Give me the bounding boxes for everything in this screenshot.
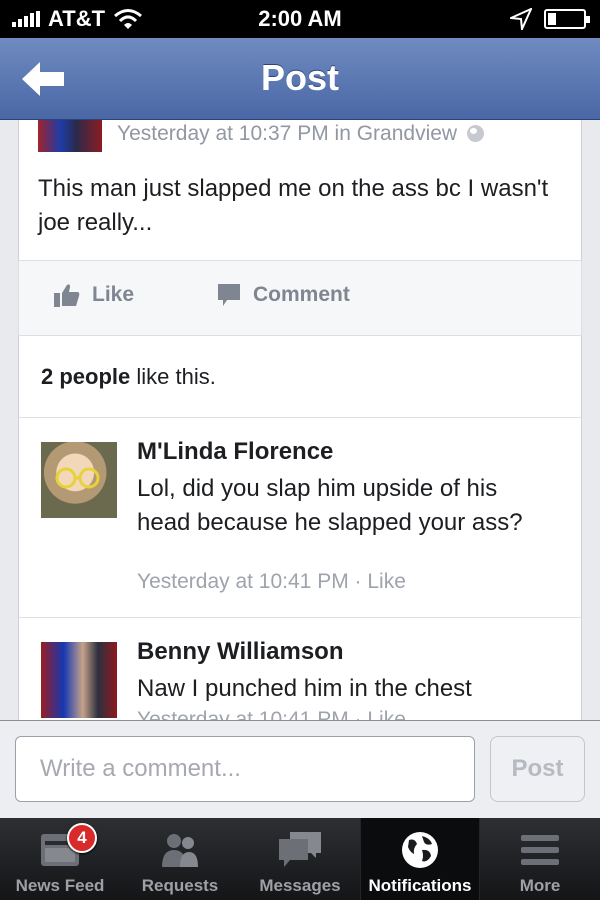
- like-label: Like: [92, 283, 135, 306]
- status-bar: AT&T 2:00 AM: [0, 0, 600, 38]
- commenter-avatar[interactable]: [41, 442, 117, 518]
- comment-button[interactable]: Comment: [217, 283, 350, 307]
- thumbs-up-icon: [54, 284, 80, 307]
- tab-label: Notifications: [368, 876, 472, 895]
- navigation-bar: Post: [0, 38, 600, 120]
- tab-requests[interactable]: Requests: [120, 818, 240, 900]
- post-text: This man just slapped me on the ass bc I…: [38, 175, 549, 236]
- tab-more[interactable]: More: [480, 818, 600, 900]
- post-comment-button[interactable]: Post: [490, 736, 585, 802]
- commenter-name[interactable]: M'Linda Florence: [137, 438, 333, 466]
- avatar-photo: [55, 467, 100, 489]
- tab-bar: 4 News Feed Requests Messages Notificati…: [0, 818, 600, 900]
- tab-notifications[interactable]: Notifications: [360, 818, 480, 900]
- comment-input[interactable]: [15, 736, 475, 802]
- comment-compose-bar: Post: [0, 720, 600, 818]
- notification-count-badge: 4: [67, 823, 97, 853]
- commenter-name[interactable]: Benny Williamson: [137, 638, 343, 666]
- comment-bubble-icon: [218, 284, 240, 306]
- tab-label: News Feed: [15, 876, 105, 895]
- post-actions: Like Comment: [18, 260, 582, 336]
- tab-label: Messages: [259, 876, 341, 895]
- comment-text: Lol, did you slap him upside of his head…: [137, 475, 523, 536]
- page-title: Post: [260, 57, 339, 98]
- likes-summary[interactable]: 2 people like this.: [18, 336, 582, 418]
- post-body: This man just slapped me on the ass bc I…: [18, 160, 582, 260]
- likes-text: 2 people like this.: [41, 364, 216, 390]
- tab-news-feed[interactable]: 4 News Feed: [0, 818, 120, 900]
- globe-icon: [402, 832, 438, 868]
- comment-item: Benny Williamson Naw I punched him in th…: [18, 618, 582, 720]
- likes-suffix: like this.: [130, 364, 216, 389]
- requests-icon: [162, 834, 198, 867]
- post-content-area[interactable]: Yesterday at 10:37 PM in Grandview This …: [0, 120, 600, 720]
- location-arrow-icon: [510, 8, 532, 30]
- tab-messages[interactable]: Messages: [240, 818, 360, 900]
- battery-icon: [544, 9, 590, 29]
- comment-text: Naw I punched him in the chest: [137, 675, 472, 702]
- tab-label: Requests: [141, 876, 219, 895]
- status-icons: [510, 8, 590, 30]
- post-timestamp-location[interactable]: Yesterday at 10:37 PM in Grandview: [117, 122, 457, 145]
- menu-icon: [521, 835, 559, 865]
- like-button[interactable]: Like: [54, 283, 134, 307]
- commenter-avatar[interactable]: [41, 642, 117, 718]
- public-globe-icon: [466, 125, 484, 142]
- likes-count: 2 people: [41, 364, 131, 389]
- messages-icon: [279, 832, 321, 867]
- comment-label: Comment: [253, 283, 350, 306]
- post-header: Yesterday at 10:37 PM in Grandview: [18, 120, 582, 160]
- comment-meta[interactable]: Yesterday at 10:41 PM · Like: [137, 570, 406, 594]
- post-meta: Yesterday at 10:37 PM in Grandview: [117, 122, 484, 146]
- comment-item: M'Linda Florence Lol, did you slap him u…: [18, 418, 582, 618]
- comment-meta[interactable]: Yesterday at 10:41 PM · Like: [137, 708, 406, 720]
- tab-label: More: [519, 876, 561, 895]
- post-author-avatar[interactable]: [38, 120, 102, 152]
